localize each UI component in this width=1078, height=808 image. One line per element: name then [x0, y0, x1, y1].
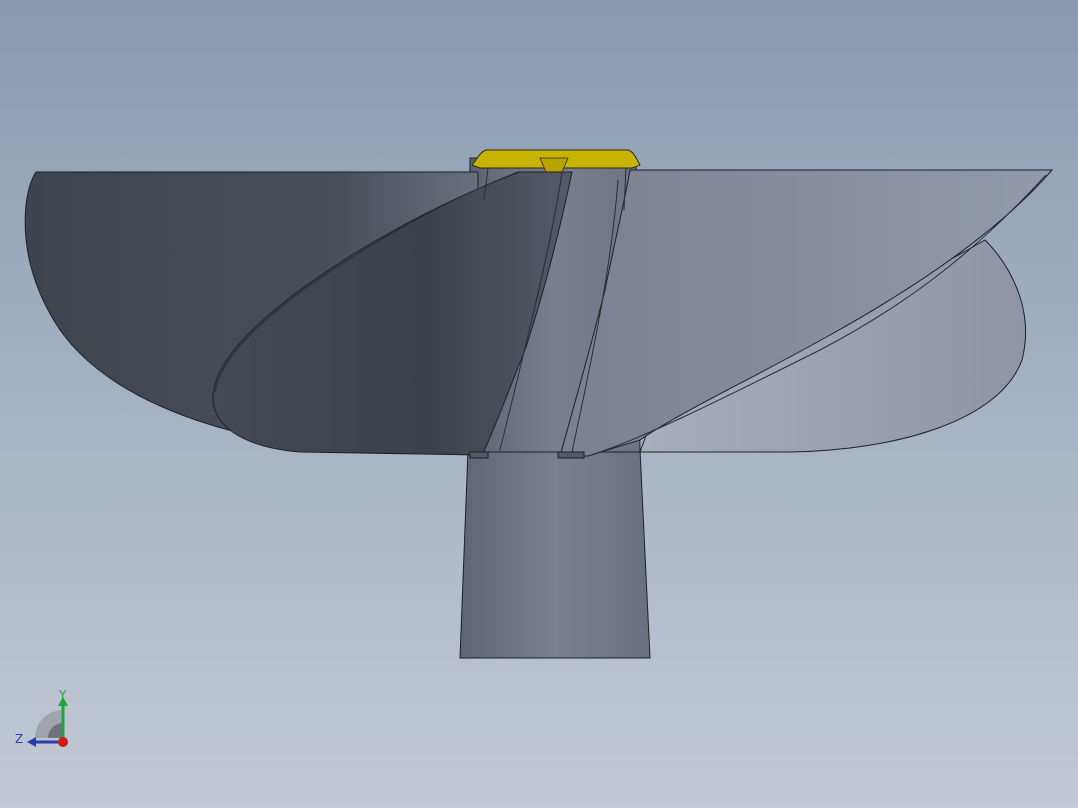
blade-root-left	[469, 451, 489, 459]
y-axis-label: Y	[59, 688, 67, 702]
propeller-model[interactable]	[0, 0, 1078, 808]
view-orientation-triad: Y Z	[10, 686, 80, 756]
shaft[interactable]	[459, 449, 651, 659]
blade-root-right	[557, 451, 585, 459]
graphics-viewport[interactable]: Y Z	[0, 0, 1078, 808]
z-axis-label: Z	[15, 732, 24, 746]
origin-dot	[58, 737, 68, 747]
z-axis-arrow	[27, 737, 36, 747]
